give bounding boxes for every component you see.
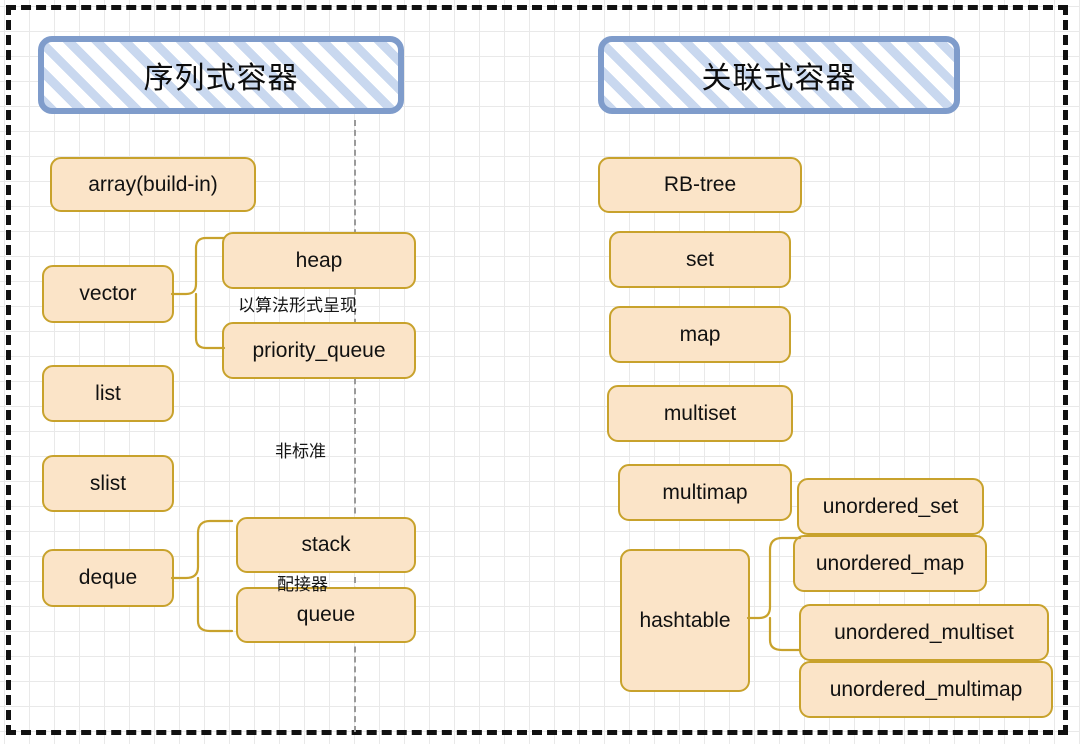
node-unordered-map[interactable]: unordered_map	[793, 535, 987, 592]
node-array-build-in[interactable]: array(build-in)	[50, 157, 256, 212]
node-label: priority_queue	[252, 338, 386, 362]
banner-sequence-label: 序列式容器	[143, 62, 299, 95]
node-label: unordered_map	[815, 551, 965, 575]
node-label: queue	[296, 603, 356, 626]
node-set[interactable]: set	[609, 231, 791, 288]
node-label: array(build-in)	[88, 172, 218, 196]
banner-associative-containers[interactable]: 关联式容器	[598, 36, 960, 114]
diagram-canvas: 序列式容器 关联式容器 array(build-in) vector heap …	[0, 0, 1080, 744]
node-label: slist	[89, 471, 127, 495]
brace-deque-to-adapters	[170, 519, 234, 633]
node-unordered-multimap[interactable]: unordered_multimap	[799, 661, 1053, 718]
node-unordered-multiset[interactable]: unordered_multiset	[799, 604, 1049, 661]
node-label: heap	[295, 248, 343, 272]
annotation-algorithm-form: 以算法形式呈现	[238, 296, 357, 315]
node-label: multimap	[662, 480, 748, 504]
node-label: unordered_set	[822, 494, 959, 518]
node-rb-tree[interactable]: RB-tree	[598, 157, 802, 213]
node-heap[interactable]: heap	[222, 232, 416, 289]
node-deque[interactable]: deque	[42, 549, 174, 607]
node-label: unordered_multiset	[834, 620, 1014, 644]
node-label: list	[95, 381, 121, 405]
node-label: RB-tree	[663, 173, 737, 196]
banner-associative-label: 关联式容器	[701, 62, 857, 95]
node-map[interactable]: map	[609, 306, 791, 363]
node-label: set	[685, 247, 714, 271]
node-multiset[interactable]: multiset	[607, 385, 793, 442]
annotation-adapter: 配接器	[277, 575, 328, 594]
brace-lower-arm	[194, 292, 226, 350]
node-slist[interactable]: slist	[42, 455, 174, 512]
node-label: multiset	[663, 401, 737, 425]
node-label: deque	[78, 566, 138, 589]
brace-lower-arm	[768, 616, 802, 652]
annotation-non-standard: 非标准	[275, 442, 326, 461]
brace-lower-arm	[196, 576, 234, 633]
brace-upper-arm	[170, 236, 226, 296]
node-vector[interactable]: vector	[42, 265, 174, 323]
node-hashtable[interactable]: hashtable	[620, 549, 750, 692]
node-list[interactable]: list	[42, 365, 174, 422]
banner-sequence-containers[interactable]: 序列式容器	[38, 36, 404, 114]
node-stack[interactable]: stack	[236, 517, 416, 573]
node-label: stack	[301, 533, 351, 556]
node-label: map	[679, 322, 721, 346]
node-priority-queue[interactable]: priority_queue	[222, 322, 416, 379]
node-label: unordered_multimap	[829, 677, 1023, 701]
node-unordered-set[interactable]: unordered_set	[797, 478, 984, 535]
node-label: hashtable	[639, 608, 731, 632]
brace-upper-arm	[170, 519, 234, 580]
node-multimap[interactable]: multimap	[618, 464, 792, 521]
node-queue[interactable]: queue	[236, 587, 416, 643]
node-label: vector	[79, 282, 137, 305]
